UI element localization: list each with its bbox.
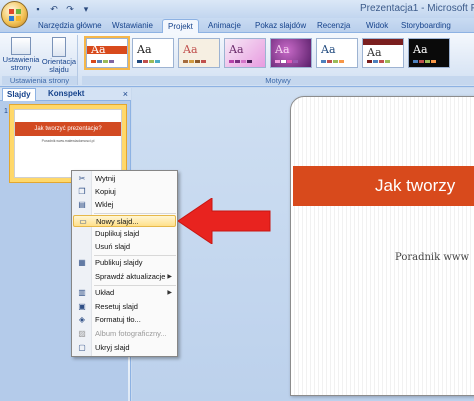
title-bar: ▪ ↶ ↷ ▾ Prezentacja1 - Microsoft Pow xyxy=(0,0,474,18)
tab-storyboarding[interactable]: Storyboarding xyxy=(396,19,456,33)
tab-insert[interactable]: Wstawianie xyxy=(107,19,158,33)
orientation-label: Orientacja slajdu xyxy=(41,57,77,74)
tab-animations[interactable]: Animacje xyxy=(203,19,246,33)
office-button[interactable] xyxy=(1,1,28,28)
ribbon-tabs: Narzędzia główne Wstawianie Projekt Anim… xyxy=(0,18,474,33)
slide-canvas: Jak tworzy Poradnik www xyxy=(132,88,474,401)
theme-thumbnail[interactable]: Aa xyxy=(132,38,174,68)
page-setup-group-label: Ustawienia strony xyxy=(2,76,77,85)
tab-slides[interactable]: Slajdy xyxy=(2,88,36,101)
ribbon: Ustawienia strony Orientacja slajdu Usta… xyxy=(0,33,474,87)
page-setup-icon xyxy=(11,37,31,55)
tab-design[interactable]: Projekt xyxy=(162,19,199,33)
themes-gallery: Aa Aa Aa Aa Aa Aa Aa Aa xyxy=(84,36,450,70)
qat-dropdown-icon[interactable]: ▾ xyxy=(80,3,92,15)
publish-icon: ▦ xyxy=(78,258,86,267)
tab-view[interactable]: Widok xyxy=(361,19,393,33)
slide-orientation-button[interactable]: Orientacja slajdu xyxy=(40,35,78,74)
photo-album-icon: ▨ xyxy=(78,329,86,338)
tab-outline[interactable]: Konspekt xyxy=(44,88,88,101)
slide-title[interactable]: Jak tworzy xyxy=(293,166,474,206)
layout-icon: ▥ xyxy=(78,288,86,297)
tab-slideshow[interactable]: Pokaz slajdów xyxy=(250,19,311,33)
redo-icon[interactable]: ↷ xyxy=(64,3,76,15)
save-icon[interactable]: ▪ xyxy=(32,3,44,15)
duplicate-icon xyxy=(77,229,87,239)
close-icon[interactable]: × xyxy=(123,89,128,99)
page-setup-label: Ustawienia strony xyxy=(2,55,40,72)
thumbnail-title: Jak tworzyć prezentacje? xyxy=(15,122,121,136)
tab-review[interactable]: Recenzja xyxy=(312,19,355,33)
menu-item-delete-slide[interactable]: Usuń slajd xyxy=(73,241,176,253)
menu-item-format-background[interactable]: ◈ Formatuj tło... xyxy=(73,314,176,326)
delete-slide-icon xyxy=(77,242,87,252)
pointer-arrow-icon xyxy=(178,198,271,244)
undo-icon[interactable]: ↶ xyxy=(48,3,60,15)
office-logo-icon xyxy=(9,9,21,21)
menu-item-duplicate-slide[interactable]: Duplikuj slajd xyxy=(73,228,176,240)
context-menu: ✂ Wytnij ❐ Kopiuj ▤ Wklej ▭ Nowy slajd..… xyxy=(71,170,178,357)
theme-thumbnail[interactable]: Aa xyxy=(178,38,220,68)
pane-tabs: Slajdy Konspekt × xyxy=(0,88,131,101)
theme-thumbnail[interactable]: Aa xyxy=(316,38,358,68)
menu-item-publish-slides[interactable]: ▦ Publikuj slajdy xyxy=(73,257,176,269)
menu-item-layout[interactable]: ▥ Układ ▶ xyxy=(73,287,176,299)
window-title: Prezentacja1 - Microsoft Pow xyxy=(360,3,474,14)
menu-item-check-updates[interactable]: Sprawdź aktualizacje ▶ xyxy=(73,271,176,283)
scissors-icon: ✂ xyxy=(78,174,86,183)
theme-thumbnail[interactable]: Aa xyxy=(270,38,312,68)
format-background-icon: ◈ xyxy=(78,315,86,324)
theme-thumbnail[interactable]: Aa xyxy=(84,36,130,70)
menu-item-new-slide[interactable]: ▭ Nowy slajd... xyxy=(73,215,176,227)
menu-item-reset-slide[interactable]: ▣ Resetuj slajd xyxy=(73,301,176,313)
menu-separator xyxy=(94,255,176,256)
tab-home[interactable]: Narzędzia główne xyxy=(33,19,107,33)
theme-thumbnail[interactable]: Aa xyxy=(408,38,450,68)
menu-item-hide-slide[interactable]: ▢ Ukryj slajd xyxy=(73,342,176,354)
menu-item-copy[interactable]: ❐ Kopiuj xyxy=(73,186,176,198)
submenu-arrow-icon: ▶ xyxy=(167,290,172,296)
theme-thumbnail[interactable]: Aa xyxy=(224,38,266,68)
themes-group-label: Motywy xyxy=(82,76,474,85)
paste-icon: ▤ xyxy=(78,200,86,209)
themes-group: Aa Aa Aa Aa Aa Aa Aa Aa Motywy xyxy=(82,35,474,85)
menu-item-cut[interactable]: ✂ Wytnij xyxy=(73,173,176,185)
slide-subtitle[interactable]: Poradnik www xyxy=(395,252,469,263)
theme-thumbnail[interactable]: Aa xyxy=(362,38,404,68)
page-setup-button[interactable]: Ustawienia strony xyxy=(2,35,40,72)
slide-number: 1 xyxy=(4,108,8,115)
submenu-arrow-icon: ▶ xyxy=(167,274,172,280)
thumbnail-subtitle: Poradnik www.malewiadomosci.pl xyxy=(41,139,95,143)
hide-slide-icon: ▢ xyxy=(78,343,86,352)
copy-icon: ❐ xyxy=(78,187,86,196)
thumbnail-canvas: Jak tworzyć prezentacje? Poradnik www.ma… xyxy=(14,109,122,178)
page-setup-group: Ustawienia strony Orientacja slajdu Usta… xyxy=(2,35,78,85)
slide[interactable]: Jak tworzy Poradnik www xyxy=(290,96,474,396)
orientation-icon xyxy=(52,37,66,57)
menu-item-paste[interactable]: ▤ Wklej xyxy=(73,199,176,211)
menu-separator xyxy=(94,285,176,286)
menu-item-photo-album: ▨ Album fotograficzny... xyxy=(78,329,167,338)
new-slide-icon: ▭ xyxy=(79,217,87,226)
quick-access-toolbar: ▪ ↶ ↷ ▾ xyxy=(32,3,92,15)
menu-separator xyxy=(94,213,176,214)
reset-icon: ▣ xyxy=(78,302,86,311)
